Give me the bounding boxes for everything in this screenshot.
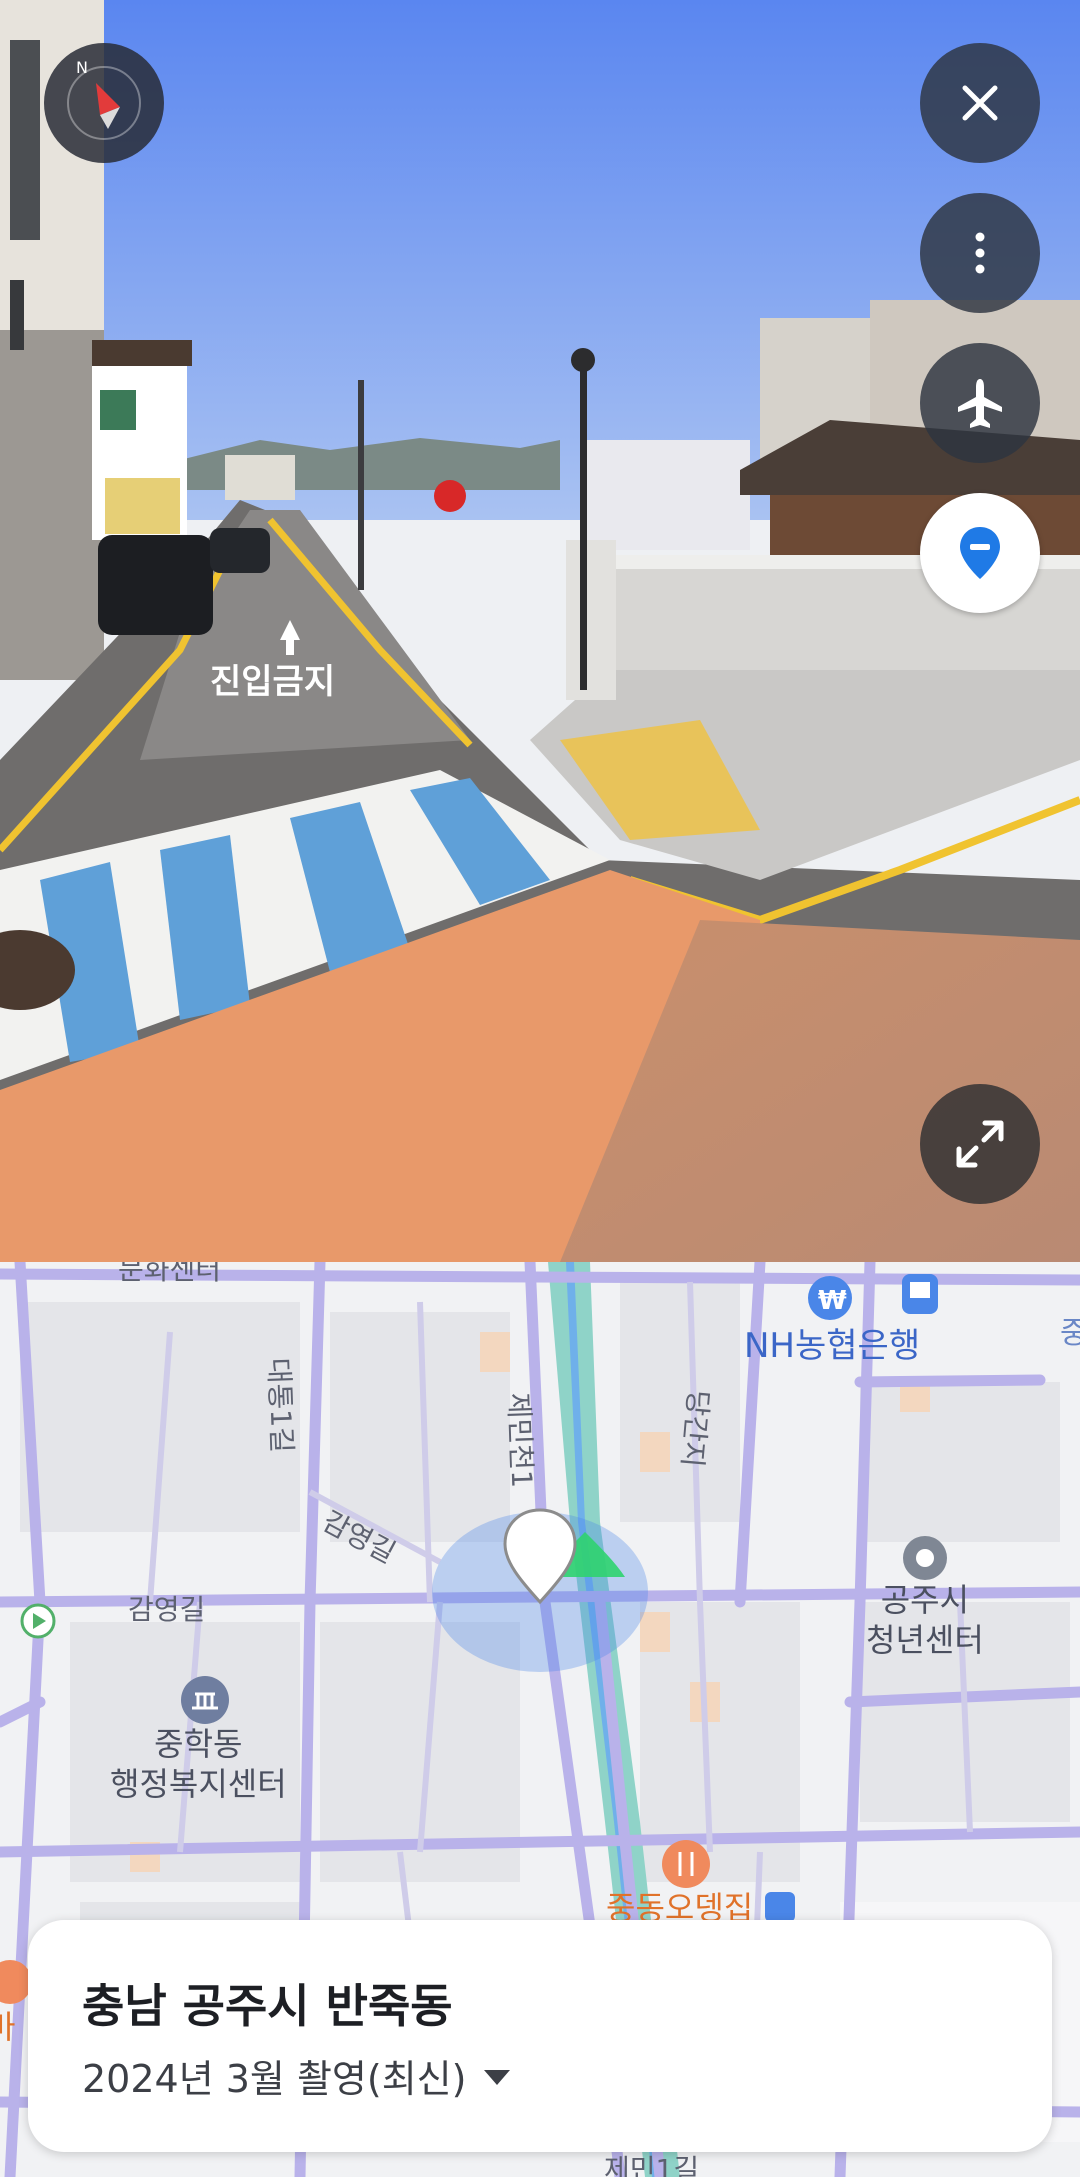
poi-youth-center-line2: 청년센터 — [866, 1621, 984, 1659]
poi-youth-center-line1: 공주시 — [880, 1581, 970, 1619]
more-vertical-icon — [975, 232, 985, 274]
more-options-button[interactable] — [920, 193, 1040, 313]
map-label-jemincheon: 제민천1 — [502, 1392, 539, 1489]
poi-nh-bank[interactable]: NH농협은행 — [744, 1326, 920, 1366]
map-label-dangganji: 당간지 — [675, 1388, 716, 1469]
road-marking-text: 진입금지 — [210, 662, 335, 702]
svg-text:N: N — [76, 58, 88, 77]
map-label-edge-left: 마 — [0, 2008, 16, 2046]
map-label-daetong-road: 대통1길 — [262, 1357, 299, 1454]
flight-view-button[interactable] — [920, 343, 1040, 463]
map-label-gamyeong-road: 감영길 — [128, 1593, 206, 1626]
map-label-jemin-road: 제민1길 — [604, 2153, 700, 2177]
location-info-card[interactable]: 충남 공주시 반죽동 2024년 3월 촬영(최신) — [28, 1920, 1052, 2152]
airplane-icon — [958, 379, 1002, 428]
poi-youth-center[interactable]: 공주시 청년센터 — [866, 1580, 984, 1660]
close-icon — [962, 85, 998, 121]
svg-text:₩: ₩ — [818, 1286, 847, 1316]
poi-admin-center[interactable]: 중학동 행정복지센터 — [110, 1724, 287, 1804]
map-label-culture-center: 문화센터 — [118, 1262, 222, 1286]
map-label-edge-right: 중 — [1060, 1316, 1080, 1351]
compass-icon[interactable]: N — [44, 43, 164, 163]
street-view-panorama[interactable]: 진입금지 N — [0, 0, 1080, 1262]
map-pin-icon — [960, 527, 1000, 579]
close-button[interactable] — [920, 43, 1040, 163]
expand-arrows-icon — [956, 1120, 1004, 1168]
expand-button[interactable] — [920, 1084, 1040, 1204]
poi-admin-center-line2: 행정복지센터 — [110, 1765, 287, 1803]
capture-date-label: 2024년 3월 촬영(최신) — [82, 2057, 467, 2101]
poi-admin-center-line1: 중학동 — [154, 1725, 243, 1763]
chevron-down-icon — [484, 2070, 511, 2085]
location-title: 충남 공주시 반죽동 — [82, 1979, 453, 2033]
location-button[interactable] — [920, 493, 1040, 613]
street-scene: 진입금지 — [0, 0, 1080, 1262]
capture-date-selector[interactable]: 2024년 3월 촬영(최신) — [82, 2048, 511, 2103]
